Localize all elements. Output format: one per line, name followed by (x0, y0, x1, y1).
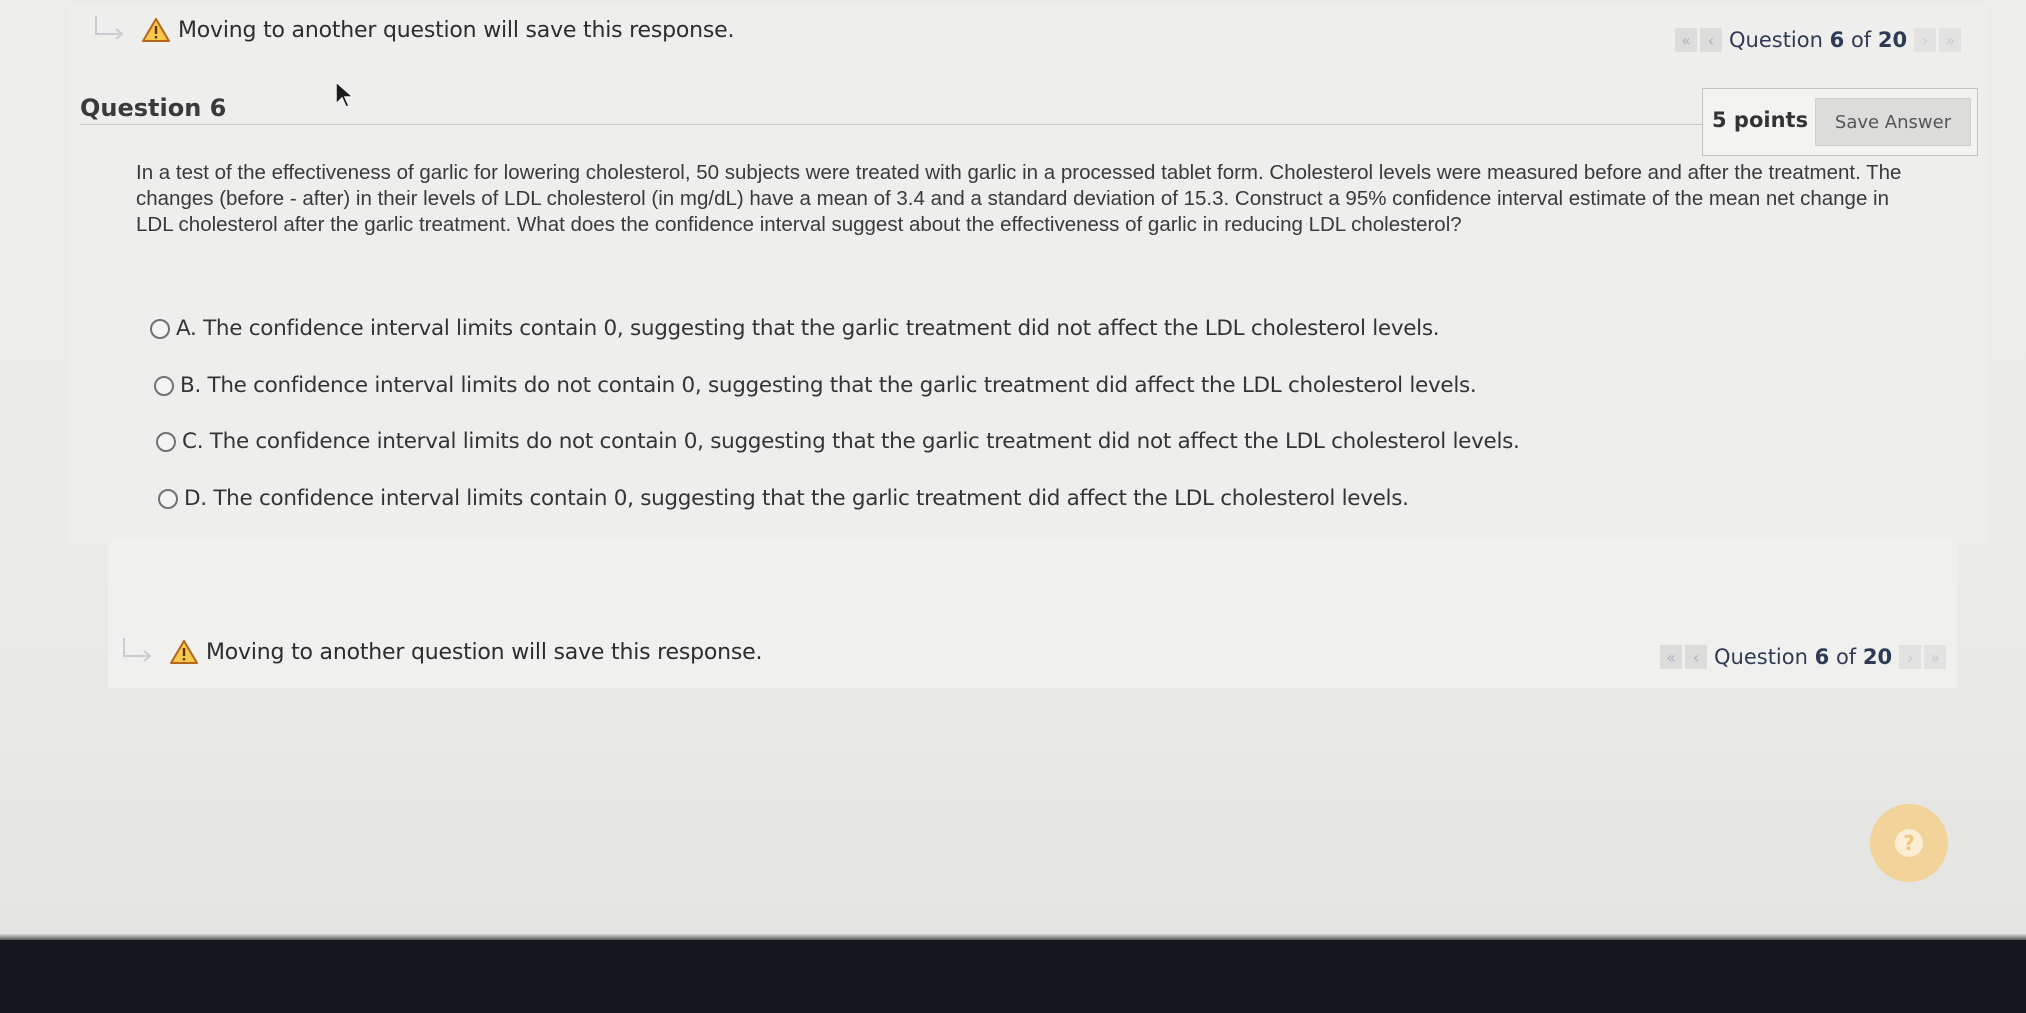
option-a-label: A. The confidence interval limits contai… (176, 316, 1440, 341)
counter-of: of (1835, 645, 1857, 669)
counter-prefix: Question (1729, 28, 1823, 52)
radio-a[interactable] (150, 318, 170, 339)
help-icon: ? (1895, 829, 1923, 857)
first-question-button[interactable]: « (1675, 28, 1697, 52)
counter-current: 6 (1829, 28, 1845, 52)
radio-b[interactable] (154, 375, 174, 396)
save-answer-button[interactable]: Save Answer (1815, 98, 1971, 146)
option-d[interactable]: D. The confidence interval limits contai… (158, 486, 1409, 511)
radio-d[interactable] (158, 488, 178, 509)
top-warning-bar: Moving to another question will save thi… (92, 14, 734, 46)
question-counter: Question 6 of 20 (1714, 645, 1892, 669)
first-question-button[interactable]: « (1660, 645, 1682, 669)
prev-question-button[interactable]: ‹ (1700, 28, 1722, 52)
counter-total: 20 (1862, 645, 1893, 669)
top-pager: « ‹ Question 6 of 20 › » (1675, 28, 1962, 52)
question-text: In a test of the effectiveness of garlic… (136, 161, 1902, 236)
monitor-bezel (0, 940, 2026, 1013)
content-panel (68, 5, 1988, 545)
option-d-label: D. The confidence interval limits contai… (184, 486, 1409, 511)
return-arrow-icon (120, 636, 156, 668)
question-counter: Question 6 of 20 (1729, 28, 1907, 52)
option-b[interactable]: B. The confidence interval limits do not… (154, 373, 1477, 398)
last-question-button[interactable]: » (1939, 28, 1962, 52)
mouse-cursor-icon (335, 80, 355, 108)
bottom-pager: « ‹ Question 6 of 20 › » (1660, 645, 1947, 669)
return-arrow-icon (92, 14, 128, 46)
radio-c[interactable] (156, 431, 176, 452)
next-question-button[interactable]: › (1914, 28, 1937, 52)
question-title: Question 6 (80, 94, 227, 122)
option-a[interactable]: A. The confidence interval limits contai… (150, 316, 1440, 341)
prev-question-button[interactable]: ‹ (1685, 645, 1707, 669)
warning-triangle-icon (170, 639, 198, 665)
counter-current: 6 (1814, 645, 1830, 669)
warning-triangle-icon (142, 17, 170, 43)
counter-total: 20 (1877, 28, 1908, 52)
last-question-button[interactable]: » (1924, 645, 1947, 669)
points-label: 5 points (1712, 108, 1809, 132)
option-c-label: C. The confidence interval limits do not… (182, 429, 1520, 454)
option-c[interactable]: C. The confidence interval limits do not… (156, 429, 1520, 454)
option-b-label: B. The confidence interval limits do not… (180, 373, 1477, 398)
counter-of: of (1850, 28, 1872, 52)
warning-text: Moving to another question will save thi… (178, 17, 735, 43)
next-question-button[interactable]: › (1899, 645, 1922, 669)
help-button[interactable]: ? (1870, 804, 1948, 882)
counter-prefix: Question (1714, 645, 1808, 669)
bottom-warning-bar: Moving to another question will save thi… (120, 636, 762, 668)
warning-text: Moving to another question will save thi… (206, 639, 763, 665)
header-divider (80, 124, 1702, 125)
